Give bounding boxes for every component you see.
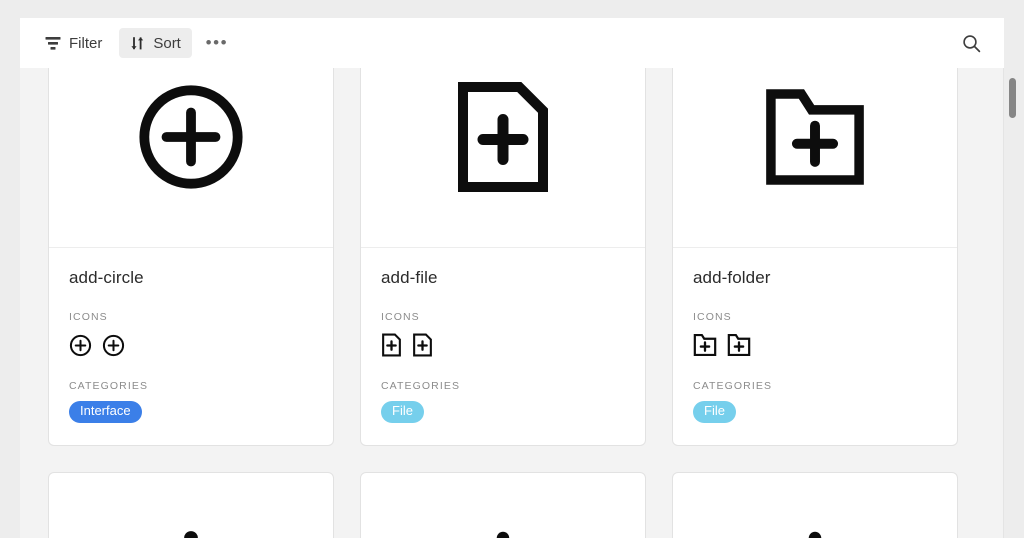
card-body: add-circle ICONS CATEGORIES Interface [49, 248, 333, 445]
filter-button-label: Filter [69, 34, 103, 52]
card-title: add-file [381, 268, 438, 287]
card-preview [49, 68, 333, 248]
icon-card[interactable]: add-circle ICONS CATEGORIES Interface [48, 68, 334, 446]
app-root: Filter Sort ••• add-circle ICONS CATEGOR… [0, 0, 1024, 538]
add-folder-icon[interactable] [693, 333, 717, 357]
add-file-icon[interactable] [381, 333, 402, 357]
card-body: add-file ICONS CATEGORIES File [361, 248, 645, 445]
icon-card[interactable]: add-file ICONS CATEGORIES File [360, 68, 646, 446]
category-badge[interactable]: File [693, 401, 736, 423]
add-pin-icon [141, 528, 241, 538]
card-body: add-folder ICONS CATEGORIES File [673, 248, 957, 445]
vertical-scrollbar[interactable] [1006, 70, 1019, 536]
icon-card[interactable] [48, 471, 334, 538]
search-button[interactable] [956, 28, 986, 58]
card-preview [673, 68, 957, 248]
icons-field-label: ICONS [693, 311, 732, 323]
icon-card[interactable] [360, 471, 646, 538]
add-folder-icon [763, 85, 867, 189]
icon-grid-panel: add-circle ICONS CATEGORIES Interface ad… [20, 68, 1004, 538]
filter-button[interactable]: Filter [34, 28, 113, 58]
card-title: add-folder [693, 268, 771, 287]
add-folder-icon[interactable] [727, 333, 751, 357]
category-badges: File [693, 401, 937, 423]
search-icon [962, 34, 981, 53]
icon-variants [381, 332, 625, 358]
icons-field-label: ICONS [69, 311, 108, 323]
sort-button-label: Sort [153, 34, 181, 52]
categories-field-label: CATEGORIES [693, 380, 773, 392]
icon-card-grid: add-circle ICONS CATEGORIES Interface ad… [48, 68, 960, 538]
icon-variants [69, 332, 313, 358]
card-preview [361, 68, 645, 248]
categories-field-label: CATEGORIES [381, 380, 461, 392]
add-circle-icon [135, 81, 247, 193]
category-badges: Interface [69, 401, 313, 423]
icon-card[interactable]: add-folder ICONS CATEGORIES File [672, 68, 958, 446]
add-plus-icon [765, 528, 865, 538]
category-badge[interactable]: Interface [69, 401, 142, 423]
categories-field-label: CATEGORIES [69, 380, 149, 392]
scrollbar-thumb[interactable] [1009, 78, 1016, 118]
toolbar-actions: Filter Sort ••• [34, 28, 232, 58]
icon-card[interactable] [672, 471, 958, 538]
icons-field-label: ICONS [381, 311, 420, 323]
add-pin-icon [453, 528, 553, 538]
panel-right-edge [1003, 68, 1004, 538]
add-circle-icon[interactable] [102, 334, 125, 357]
card-preview [673, 473, 957, 538]
more-options-button[interactable]: ••• [202, 28, 232, 58]
filter-icon [45, 36, 61, 50]
sort-arrows-icon [130, 36, 145, 51]
card-preview [49, 473, 333, 538]
card-preview [361, 473, 645, 538]
toolbar: Filter Sort ••• [20, 18, 1004, 68]
add-file-icon [453, 79, 553, 195]
add-circle-icon[interactable] [69, 334, 92, 357]
card-title: add-circle [69, 268, 144, 287]
category-badge[interactable]: File [381, 401, 424, 423]
icon-variants [693, 332, 937, 358]
add-file-icon[interactable] [412, 333, 433, 357]
category-badges: File [381, 401, 625, 423]
sort-button[interactable]: Sort [119, 28, 192, 58]
